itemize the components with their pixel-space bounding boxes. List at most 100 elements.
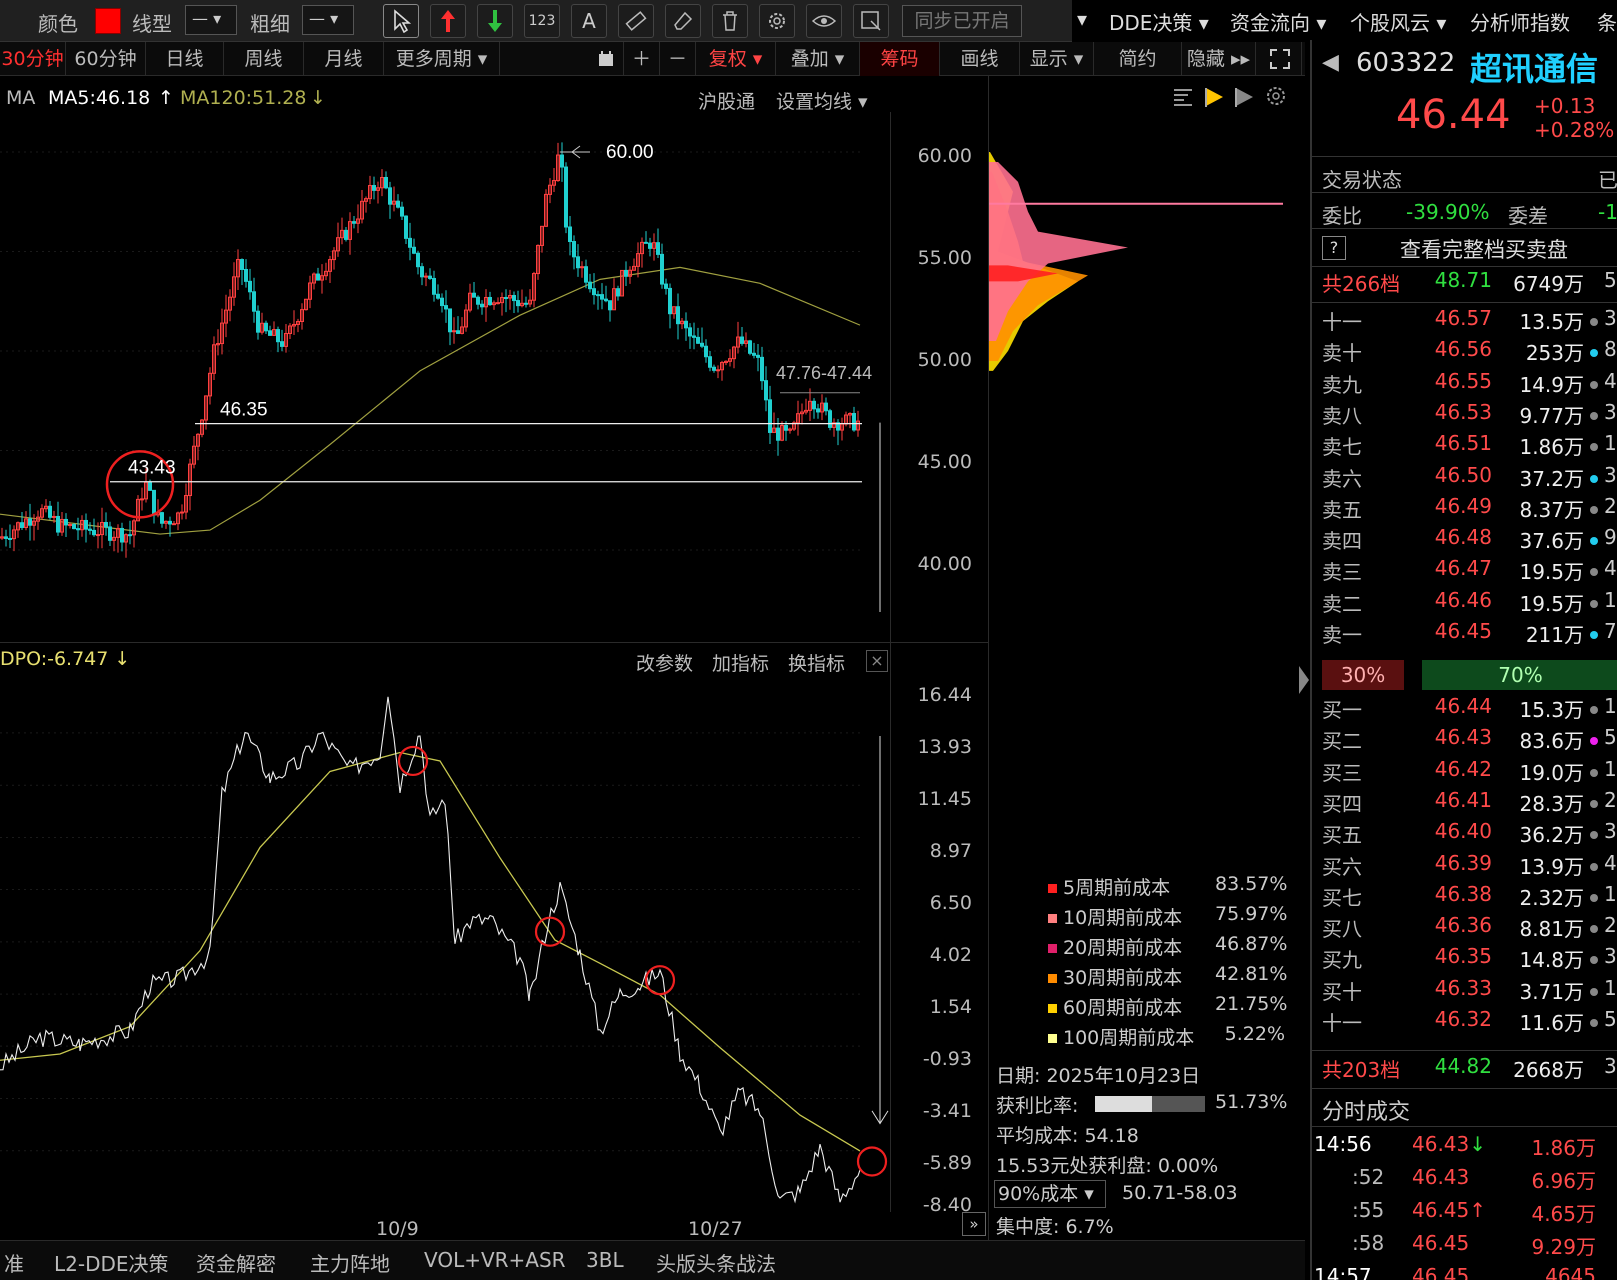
cost-percent-select[interactable]: 90%成本 ▾ xyxy=(994,1180,1106,1208)
down-arrow-tool[interactable] xyxy=(477,4,513,38)
bid-row[interactable]: 买八 46.36 8.81万 2 xyxy=(1312,913,1617,945)
full-orderbook-link[interactable]: 查看完整档买卖盘 xyxy=(1400,234,1568,264)
ask-row[interactable]: 十一 46.57 13.5万 3 xyxy=(1312,306,1617,338)
bid-row[interactable]: 买五 46.40 36.2万 3 xyxy=(1312,819,1617,851)
thickness-dropdown[interactable]: — ▾ xyxy=(302,5,354,35)
fullscreen-button[interactable] xyxy=(1258,42,1302,76)
set-ma-button[interactable]: 设置均线 ▾ xyxy=(776,87,868,114)
delete-tool[interactable] xyxy=(712,4,748,38)
bid-row[interactable]: 十一 46.32 11.6万 5 xyxy=(1312,1007,1617,1039)
menu-more[interactable]: 条 xyxy=(1597,7,1617,36)
panel-collapse-handle[interactable] xyxy=(1299,666,1309,694)
candle-body xyxy=(704,345,708,358)
candle-body xyxy=(692,335,696,338)
ask-row[interactable]: 卖十 46.56 253万 8 xyxy=(1312,337,1617,369)
bid-row[interactable]: 买七 46.38 2.32万 1 xyxy=(1312,882,1617,914)
bid-row[interactable]: 买六 46.39 13.9万 4 xyxy=(1312,851,1617,883)
eraser-tool[interactable] xyxy=(665,4,701,38)
bid-row[interactable]: 买一 46.44 15.3万 1 xyxy=(1312,694,1617,726)
calendar-button[interactable] xyxy=(588,42,624,76)
btab-0[interactable]: 准 xyxy=(4,1248,24,1277)
ask-row[interactable]: 卖三 46.47 19.5万 4 xyxy=(1312,556,1617,588)
bid-row[interactable]: 买三 46.42 19.0万 1 xyxy=(1312,757,1617,789)
btab-l2-dde[interactable]: L2-DDE决策 xyxy=(54,1248,169,1277)
hgt-button[interactable]: 沪股通 xyxy=(698,87,755,114)
back-arrow-icon[interactable]: ◀ xyxy=(1322,50,1339,75)
menu-dropdown-arrow[interactable]: ▾ xyxy=(1077,7,1087,31)
candle-body xyxy=(700,342,704,347)
tab-display[interactable]: 显示 ▾ xyxy=(1020,42,1094,76)
switch-indicator-button[interactable]: 换指标 xyxy=(788,649,845,676)
tab-weekly[interactable]: 周线 xyxy=(224,42,304,76)
bid-row[interactable]: 买九 46.35 14.8万 3 xyxy=(1312,944,1617,976)
trade-status: 已 xyxy=(1598,168,1617,192)
screenshot-tool[interactable] xyxy=(853,4,889,38)
tab-60min[interactable]: 60分钟 xyxy=(66,42,146,76)
zoom-in-button[interactable]: ＋ xyxy=(624,42,660,76)
tab-daily[interactable]: 日线 xyxy=(146,42,224,76)
tab-draw-line[interactable]: 画线 xyxy=(940,42,1020,76)
close-indicator-icon[interactable]: × xyxy=(866,650,888,672)
chip-gear-icon[interactable] xyxy=(1264,84,1288,113)
tab-more-periods[interactable]: 更多周期 ▾ xyxy=(384,42,500,76)
bid-label: 买八 xyxy=(1322,917,1362,942)
ask-row[interactable]: 卖六 46.50 37.2万 3 xyxy=(1312,463,1617,495)
ask-row[interactable]: 卖九 46.55 14.9万 4 xyxy=(1312,369,1617,401)
bid-row[interactable]: 买十 46.33 3.71万 1 xyxy=(1312,976,1617,1008)
stock-code: 603322 xyxy=(1356,48,1456,78)
pointer-tool[interactable] xyxy=(383,4,419,38)
candle-body xyxy=(432,277,436,295)
btab-fund-decode[interactable]: 资金解密 xyxy=(196,1248,276,1277)
color-swatch[interactable] xyxy=(95,8,121,34)
ask-row[interactable]: 卖八 46.53 9.77万 3 xyxy=(1312,400,1617,432)
dpo-line xyxy=(0,696,861,1204)
settings-tool[interactable] xyxy=(759,4,795,38)
tab-overlay[interactable]: 叠加 ▾ xyxy=(776,42,860,76)
chip-list-icon[interactable] xyxy=(1172,86,1194,113)
ask-row[interactable]: 卖二 46.46 19.5万 1 xyxy=(1312,588,1617,620)
ask-label: 十一 xyxy=(1322,310,1362,334)
menu-stock-news[interactable]: 个股风云 ▾ xyxy=(1350,7,1446,36)
add-indicator-button[interactable]: 加指标 xyxy=(712,649,769,676)
menu-dde[interactable]: DDE决策 ▾ xyxy=(1109,7,1209,36)
tab-simple[interactable]: 简约 xyxy=(1094,42,1182,76)
line-type-dropdown[interactable]: — ▾ xyxy=(185,5,237,35)
tab-monthly[interactable]: 月线 xyxy=(304,42,384,76)
chip-yellow-flag-icon[interactable] xyxy=(1203,86,1225,113)
help-icon[interactable]: ? xyxy=(1322,236,1346,260)
menu-fund-flow[interactable]: 资金流向 ▾ xyxy=(1230,7,1326,36)
legend-20-value: 46.87% xyxy=(1215,933,1288,955)
sync-button[interactable]: 同步已开启 xyxy=(902,5,1022,37)
btab-vol-vr-asr[interactable]: VOL+VR+ASR xyxy=(424,1248,566,1272)
tab-adjust-rights[interactable]: 复权 ▾ xyxy=(696,42,776,76)
menu-analyst-index[interactable]: 分析师指数 xyxy=(1470,7,1570,36)
price-kline-chart[interactable]: 60.00 46.35 43.43 47.76-47.44 xyxy=(0,112,892,642)
ask-row[interactable]: 卖五 46.49 8.37万 2 xyxy=(1312,494,1617,526)
text-tool[interactable]: A xyxy=(571,4,607,38)
expand-right-icon[interactable]: » xyxy=(962,1212,986,1236)
bid-row[interactable]: 买四 46.41 28.3万 2 xyxy=(1312,788,1617,820)
btab-main-position[interactable]: 主力阵地 xyxy=(310,1248,390,1277)
up-arrow-tool[interactable] xyxy=(430,4,466,38)
tab-30min[interactable]: 30分钟 xyxy=(0,42,66,76)
btab-3bl[interactable]: 3BL xyxy=(586,1248,624,1272)
visibility-tool[interactable] xyxy=(806,4,842,38)
candle-body xyxy=(436,293,440,299)
chip-grey-flag-icon[interactable] xyxy=(1233,86,1255,113)
ruler-tool[interactable] xyxy=(618,4,654,38)
ask-row[interactable]: 卖一 46.45 211万 7 xyxy=(1312,619,1617,651)
candle-body xyxy=(608,300,612,311)
ask-row[interactable]: 卖七 46.51 1.86万 1 xyxy=(1312,431,1617,463)
number-tool[interactable]: 123 xyxy=(524,4,560,38)
tab-hide[interactable]: 隐藏 ▸▸ xyxy=(1182,42,1256,76)
btab-headline[interactable]: 头版头条战法 xyxy=(656,1248,776,1277)
dpo-down-arrow-icon: ↓ xyxy=(114,648,131,670)
change-params-button[interactable]: 改参数 xyxy=(636,649,693,676)
dpo-indicator-chart[interactable] xyxy=(0,676,892,1210)
ask-row[interactable]: 卖四 46.48 37.6万 9 xyxy=(1312,525,1617,557)
zoom-out-button[interactable]: － xyxy=(660,42,696,76)
dpo-tick-4: 6.50 xyxy=(929,892,972,914)
ask-dot-icon xyxy=(1590,631,1598,639)
tab-chips[interactable]: 筹码 xyxy=(860,42,940,76)
bid-row[interactable]: 买二 46.43 83.6万 5 xyxy=(1312,725,1617,757)
